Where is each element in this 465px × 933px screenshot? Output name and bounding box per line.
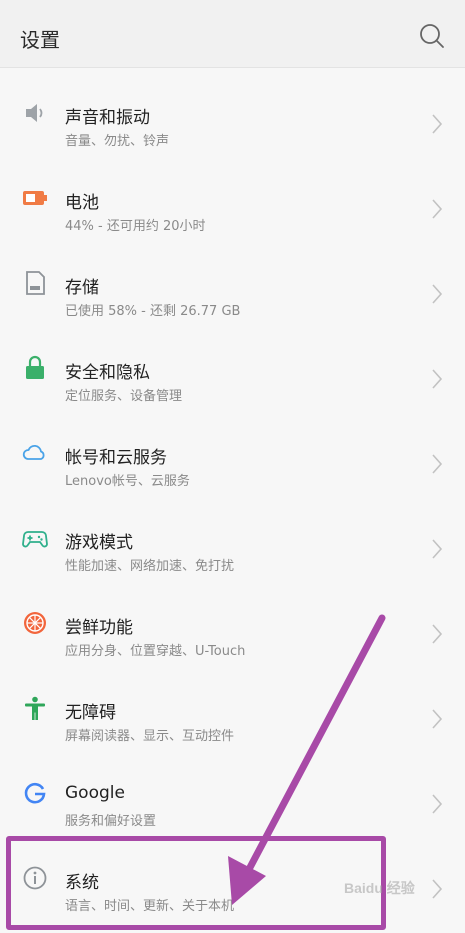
watermark: Baidu 经验 [344, 880, 415, 896]
annotation-arrow [228, 614, 386, 905]
